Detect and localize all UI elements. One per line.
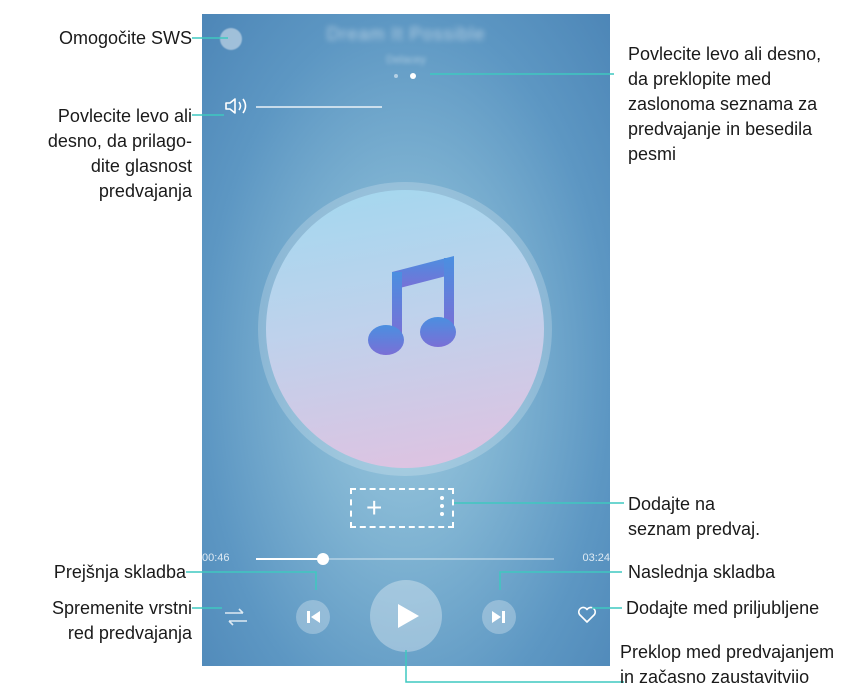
label-favorite: Dodajte med priljubljene	[626, 598, 820, 618]
label-volume: Povlecite levo ali desno, da prilago- di…	[47, 106, 192, 201]
label-sws: Omogočite SWS	[58, 28, 192, 48]
callout-line-previous	[186, 571, 317, 590]
label-order: Spremenite vrstni red predvajanja	[51, 598, 192, 643]
label-swipe-screens: Povlecite levo ali desno, da preklopite …	[628, 44, 822, 164]
callout-line-next	[499, 571, 622, 590]
label-previous: Prejšnja skladba	[53, 562, 186, 582]
callout-line-play	[405, 650, 624, 683]
label-next: Naslednja skladba	[628, 562, 776, 582]
label-add-playlist: Dodajte na seznam predvaj.	[628, 494, 761, 539]
label-play-pause: Preklop med predvajanjem in začasno zaus…	[620, 642, 835, 687]
